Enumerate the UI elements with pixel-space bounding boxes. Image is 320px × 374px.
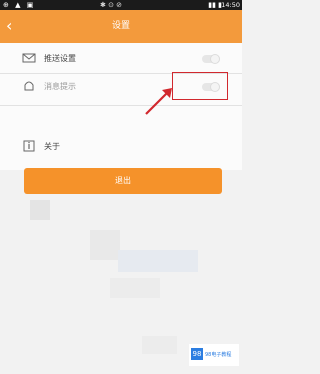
chevron-left-icon: ‹ [6,16,13,35]
mosaic-block [90,230,120,260]
toggle-knob [210,54,220,64]
settings-row-push[interactable]: 推送设置 [0,47,242,71]
settings-row-about[interactable]: 关于 [0,135,242,159]
settings-panel: 推送设置 消息提示 关于 [0,43,242,170]
status-clock: 14:50 [221,1,240,9]
mosaic-block [110,278,160,298]
mosaic-block [30,200,50,220]
signal-battery-icons: ▮▮ ▮ [208,1,222,9]
arrow-icon [145,88,172,115]
title-bar: 设置 ‹ [0,10,242,43]
settings-row-label: 推送设置 [44,54,76,63]
highlight-box [172,72,228,100]
status-bar: ⊕ ▲ ▣ ✱ ⊙ ⊘ ▮▮ ▮ 14:50 [0,0,242,10]
notification-icons: ⊕ ▲ ▣ [3,1,36,9]
settings-row-label: 消息提示 [44,82,76,91]
divider [0,105,242,106]
back-button[interactable]: ‹ [6,16,26,36]
mosaic-block [118,250,198,272]
logout-button[interactable]: 退出 [24,168,222,194]
watermark: 98 98电子教程 [189,344,239,366]
page-title: 设置 [111,21,130,31]
bell-icon [24,81,34,91]
mosaic-block [142,336,177,354]
watermark-logo: 98 [191,348,203,360]
logout-button-label: 退出 [115,176,131,185]
settings-row-label: 关于 [44,142,60,151]
push-toggle[interactable] [202,54,220,64]
info-icon [23,140,35,152]
connectivity-icons: ✱ ⊙ ⊘ [100,1,123,9]
watermark-text: 98电子教程 [205,352,232,358]
mail-icon [22,53,36,63]
